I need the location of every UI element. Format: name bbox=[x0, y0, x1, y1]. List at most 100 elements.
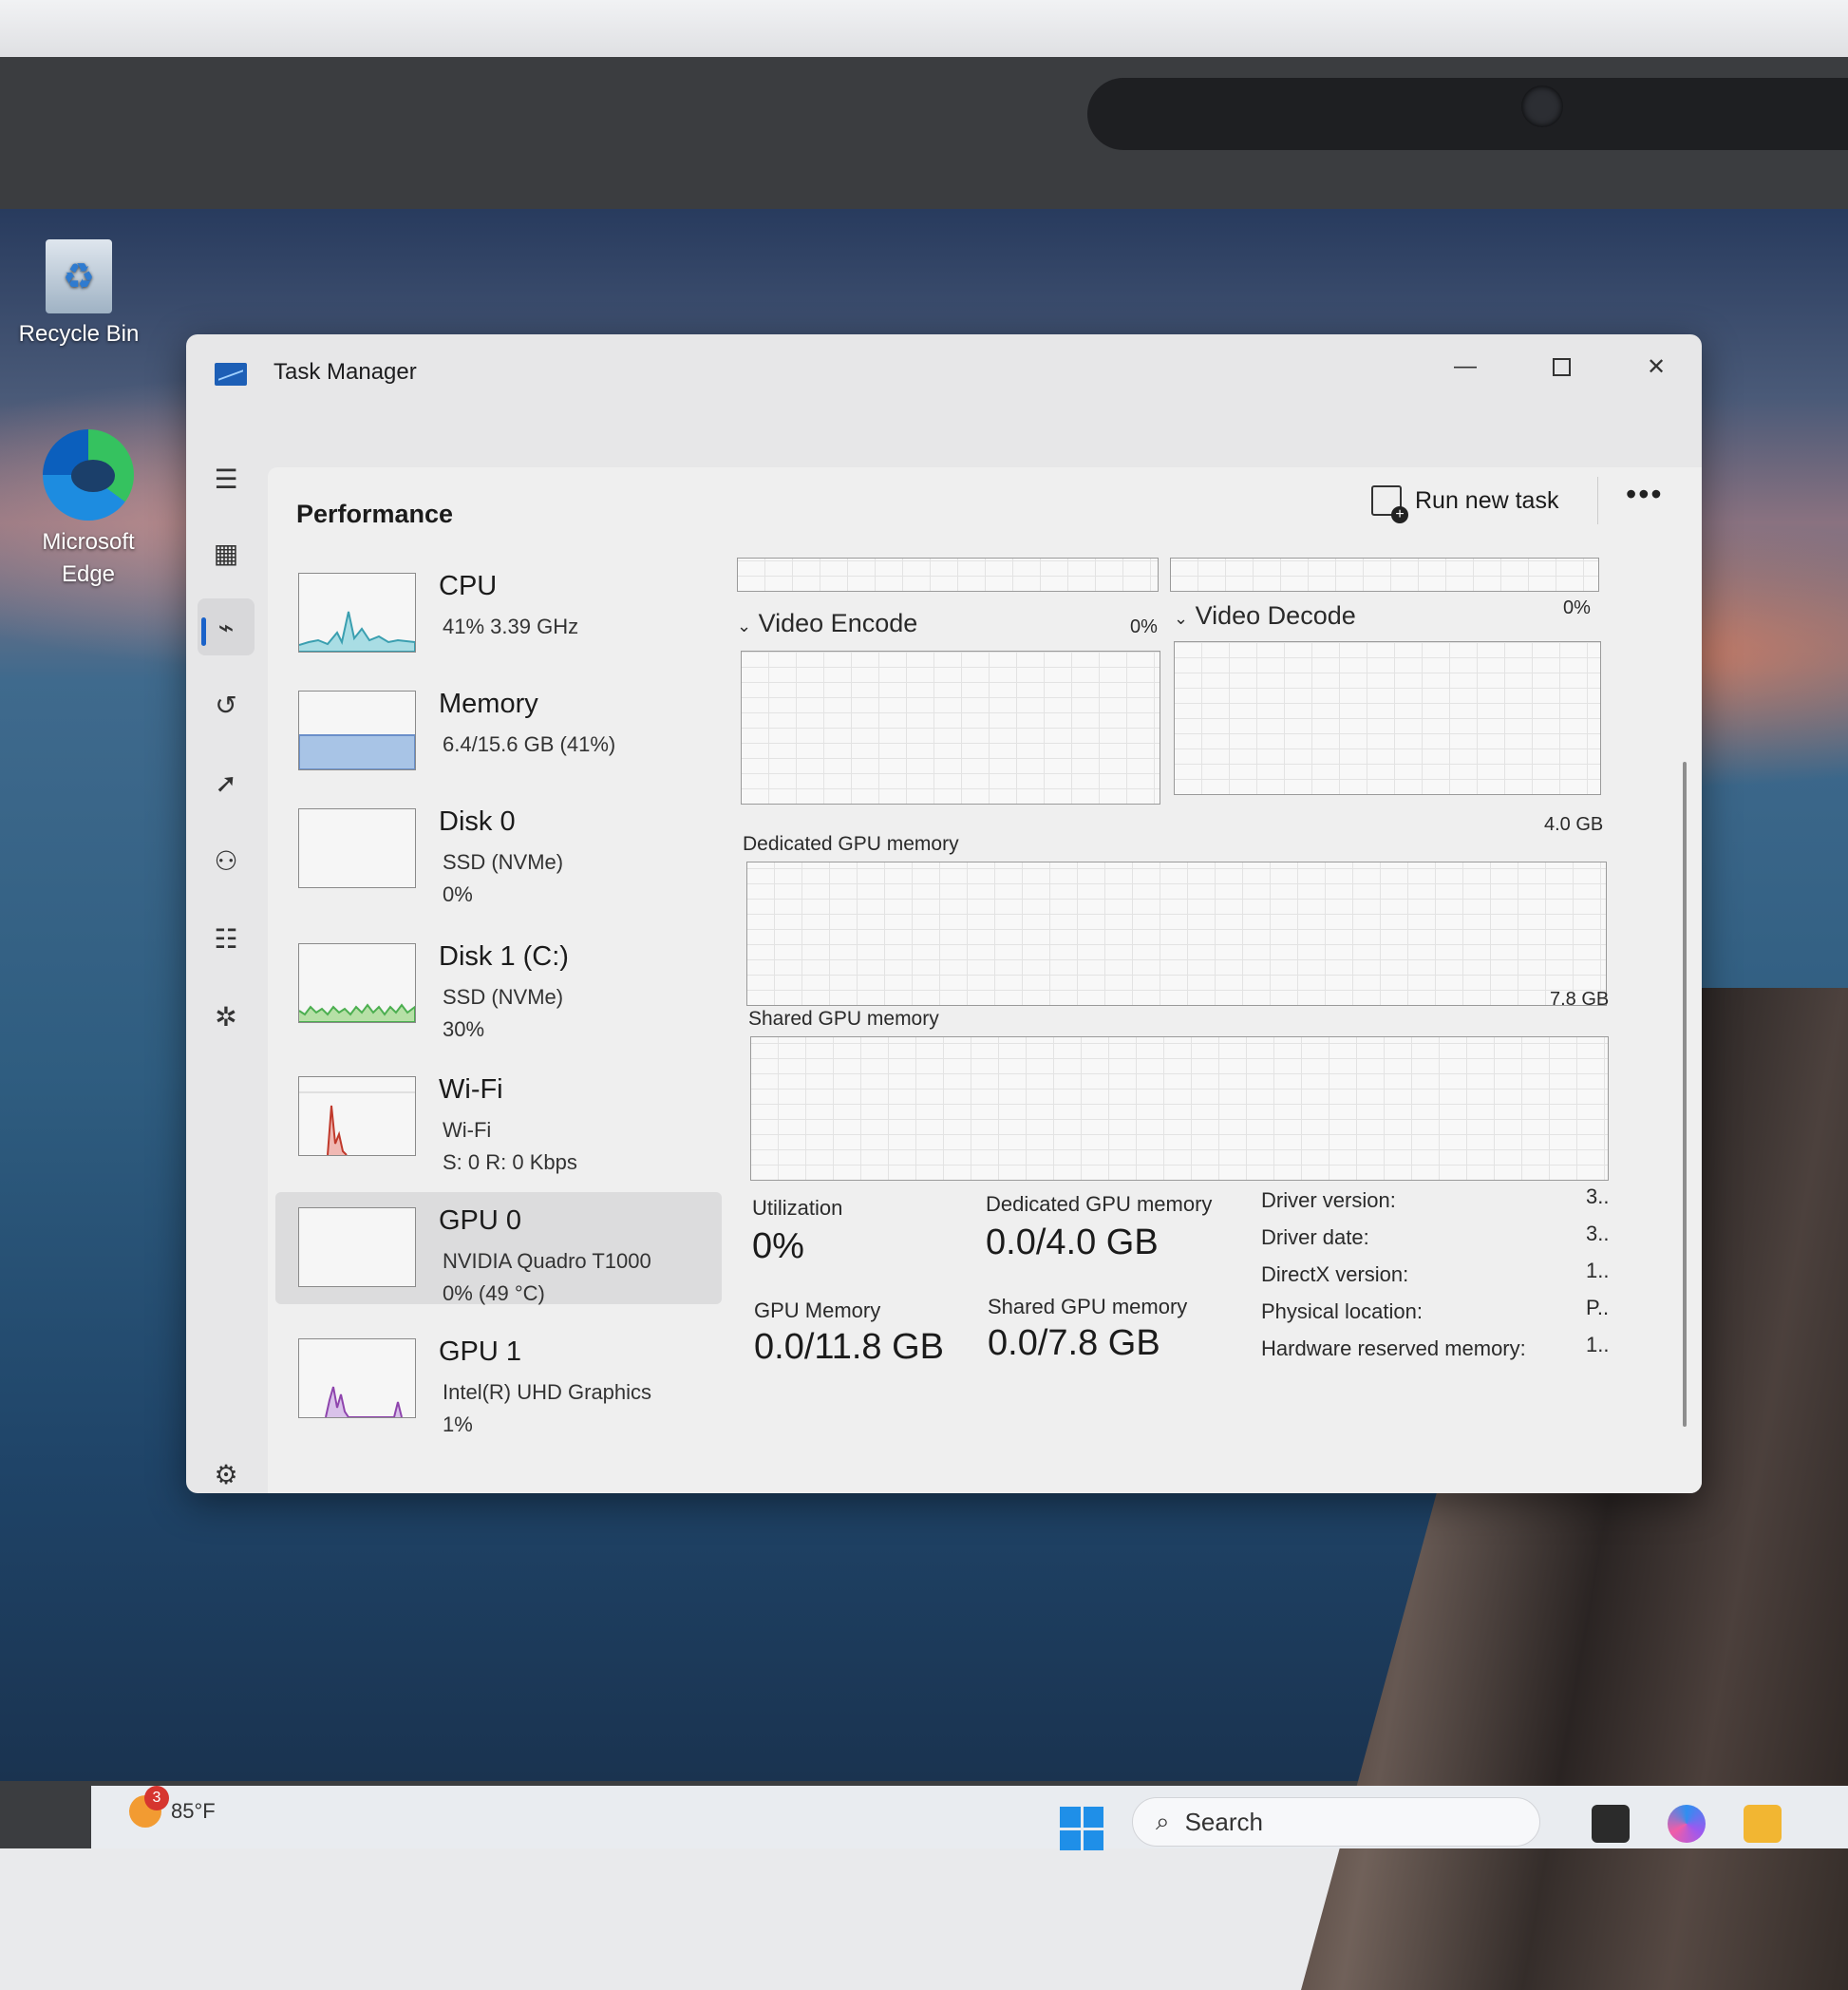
nav-item-details[interactable]: ☷ bbox=[198, 910, 255, 967]
device-sub-2: 0% (49 °C) bbox=[443, 1281, 545, 1305]
device-item-wifi[interactable]: Wi-Fi Wi-Fi S: 0 R: 0 Kbps bbox=[275, 1061, 722, 1174]
vertical-scrollbar[interactable] bbox=[1683, 762, 1687, 1427]
maximize-button[interactable] bbox=[1533, 346, 1590, 388]
window-title: Task Manager bbox=[273, 359, 417, 385]
chevron-down-icon: ⌄ bbox=[737, 616, 752, 635]
device-sub-1: SSD (NVMe) bbox=[443, 850, 564, 874]
utilization-value: 0% bbox=[752, 1226, 804, 1266]
page-title: Performance bbox=[296, 500, 454, 528]
dedicated-gpu-memory-label: Dedicated GPU memory bbox=[986, 1192, 1213, 1216]
nav-item-performance[interactable]: ⌁ bbox=[198, 598, 255, 655]
performance-icon: ⌁ bbox=[217, 612, 235, 642]
task-manager-app-icon bbox=[215, 363, 247, 386]
weather-temperature: 85°F bbox=[171, 1799, 216, 1823]
device-sub-2: 30% bbox=[443, 1017, 485, 1041]
device-sub-2: 1% bbox=[443, 1412, 473, 1436]
weather-widget[interactable]: 3 85°F bbox=[129, 1786, 216, 1828]
video-decode-label: Video Decode bbox=[1195, 601, 1356, 630]
more-options-button[interactable]: ••• bbox=[1626, 477, 1664, 512]
wifi-mini-graph bbox=[298, 1076, 416, 1156]
desktop-icon-label: Microsoft Edge bbox=[42, 529, 135, 587]
desktop-icon-recycle-bin[interactable]: ♻ Recycle Bin bbox=[8, 239, 150, 348]
windows-logo-tile bbox=[1060, 1807, 1081, 1828]
taskbar-app-copilot[interactable] bbox=[1668, 1805, 1706, 1843]
device-item-memory[interactable]: Memory 6.4/15.6 GB (41%) bbox=[275, 675, 722, 787]
start-button[interactable] bbox=[1060, 1807, 1103, 1850]
nav-item-startup-apps[interactable]: ➚ bbox=[198, 754, 255, 811]
nav-item-services[interactable]: ✲ bbox=[198, 988, 255, 1045]
gpu-1-mini-graph bbox=[298, 1338, 416, 1418]
disk-1-mini-graph-line bbox=[299, 1003, 415, 1022]
video-decode-selector[interactable]: ⌄ Video Decode bbox=[1174, 601, 1356, 631]
device-item-gpu-0[interactable]: GPU 0 NVIDIA Quadro T1000 0% (49 °C) bbox=[275, 1192, 722, 1305]
device-sub-1: SSD (NVMe) bbox=[443, 985, 564, 1009]
device-sub-1: 41% 3.39 GHz bbox=[443, 615, 579, 638]
details-list-icon: ☷ bbox=[214, 923, 238, 954]
close-button[interactable]: ✕ bbox=[1628, 346, 1685, 388]
gpu-memory-value: 0.0/11.8 GB bbox=[754, 1327, 944, 1367]
shared-gpu-memory-graph bbox=[750, 1036, 1609, 1181]
device-sub-1: 6.4/15.6 GB (41%) bbox=[443, 732, 616, 756]
disk-1-mini-graph bbox=[298, 943, 416, 1023]
top-engine-graph-left bbox=[737, 558, 1159, 592]
physical-location-label: Physical location: bbox=[1261, 1299, 1423, 1323]
hardware-reserved-memory-label: Hardware reserved memory: bbox=[1261, 1336, 1526, 1360]
search-placeholder: Search bbox=[1184, 1807, 1263, 1836]
device-sub: Intel(R) UHD Graphics 1% bbox=[443, 1376, 651, 1441]
webcam-lens bbox=[1521, 85, 1563, 127]
memory-mini-graph-fill bbox=[299, 734, 415, 769]
utilization-label: Utilization bbox=[752, 1196, 843, 1220]
cpu-mini-graph-line bbox=[299, 611, 415, 652]
device-item-cpu[interactable]: CPU 41% 3.39 GHz bbox=[275, 558, 722, 670]
hamburger-menu-button[interactable]: ☰ bbox=[198, 450, 255, 507]
device-sub: SSD (NVMe) 0% bbox=[443, 846, 563, 911]
top-engine-graph-right bbox=[1170, 558, 1599, 592]
taskbar-app-task-view[interactable] bbox=[1592, 1805, 1630, 1843]
nav-item-app-history[interactable]: ↺ bbox=[198, 676, 255, 733]
title-bar[interactable]: Task Manager — ✕ bbox=[186, 334, 1702, 401]
toolbar-divider bbox=[1597, 477, 1598, 524]
device-item-gpu-1[interactable]: GPU 1 Intel(R) UHD Graphics 1% bbox=[275, 1323, 722, 1436]
run-new-task-button[interactable]: Run new task bbox=[1371, 477, 1558, 524]
dedicated-gpu-memory-graph bbox=[746, 862, 1607, 1006]
dedicated-gpu-memory-max: 4.0 GB bbox=[1544, 814, 1604, 835]
nav-item-settings[interactable]: ⚙ bbox=[198, 1446, 255, 1493]
video-decode-graph bbox=[1174, 641, 1601, 795]
device-sub-2: S: 0 R: 0 Kbps bbox=[443, 1150, 577, 1174]
windows-logo-tile bbox=[1083, 1829, 1103, 1850]
device-item-disk-0[interactable]: Disk 0 SSD (NVMe) 0% bbox=[275, 793, 722, 906]
dedicated-gpu-memory-graph-label: Dedicated GPU memory bbox=[743, 833, 959, 855]
driver-version-value: 3.. bbox=[1586, 1185, 1610, 1208]
recycle-bin-icon: ♻ bbox=[46, 239, 112, 313]
nav-item-users[interactable]: ⚇ bbox=[198, 832, 255, 889]
run-task-icon bbox=[1371, 485, 1408, 523]
video-decode-value: 0% bbox=[1563, 597, 1591, 618]
device-sub: SSD (NVMe) 30% bbox=[443, 981, 563, 1046]
services-icon: ✲ bbox=[215, 1001, 237, 1032]
run-new-task-label: Run new task bbox=[1415, 486, 1559, 514]
device-sub-1: Wi-Fi bbox=[443, 1118, 492, 1142]
device-sub-1: Intel(R) UHD Graphics bbox=[443, 1380, 652, 1404]
video-encode-graph bbox=[741, 651, 1160, 805]
chevron-down-icon: ⌄ bbox=[1174, 609, 1189, 628]
memory-mini-graph bbox=[298, 691, 416, 770]
search-icon: ⌕ bbox=[1156, 1807, 1170, 1835]
device-name: GPU 1 bbox=[439, 1336, 522, 1367]
windows-logo-tile bbox=[1060, 1829, 1081, 1850]
nav-item-processes[interactable]: ▦ bbox=[198, 524, 255, 581]
history-icon: ↺ bbox=[215, 690, 237, 720]
minimize-icon: — bbox=[1454, 353, 1477, 379]
wifi-mini-graph-line bbox=[327, 1105, 348, 1155]
video-encode-selector[interactable]: ⌄ Video Encode bbox=[737, 609, 917, 638]
taskbar-search[interactable]: ⌕ Search bbox=[1132, 1797, 1540, 1847]
taskbar: 3 85°F ⌕ Search bbox=[91, 1786, 1848, 1850]
device-sub: Wi-Fi S: 0 R: 0 Kbps bbox=[443, 1114, 577, 1179]
hardware-reserved-memory-value: 1.. bbox=[1586, 1333, 1610, 1356]
minimize-button[interactable]: — bbox=[1437, 346, 1494, 388]
desktop-icon-edge[interactable]: Microsoft Edge bbox=[17, 429, 160, 591]
taskbar-app-file-explorer[interactable] bbox=[1744, 1805, 1782, 1843]
device-item-disk-1[interactable]: Disk 1 (C:) SSD (NVMe) 30% bbox=[275, 928, 722, 1041]
physical-location-value: P.. bbox=[1586, 1296, 1610, 1319]
task-manager-window: Task Manager — ✕ ☰ ▦ ⌁ ↺ ➚ ⚇ ☷ ✲ ⚙ Perfo… bbox=[186, 334, 1702, 1493]
device-name: CPU bbox=[439, 571, 498, 601]
